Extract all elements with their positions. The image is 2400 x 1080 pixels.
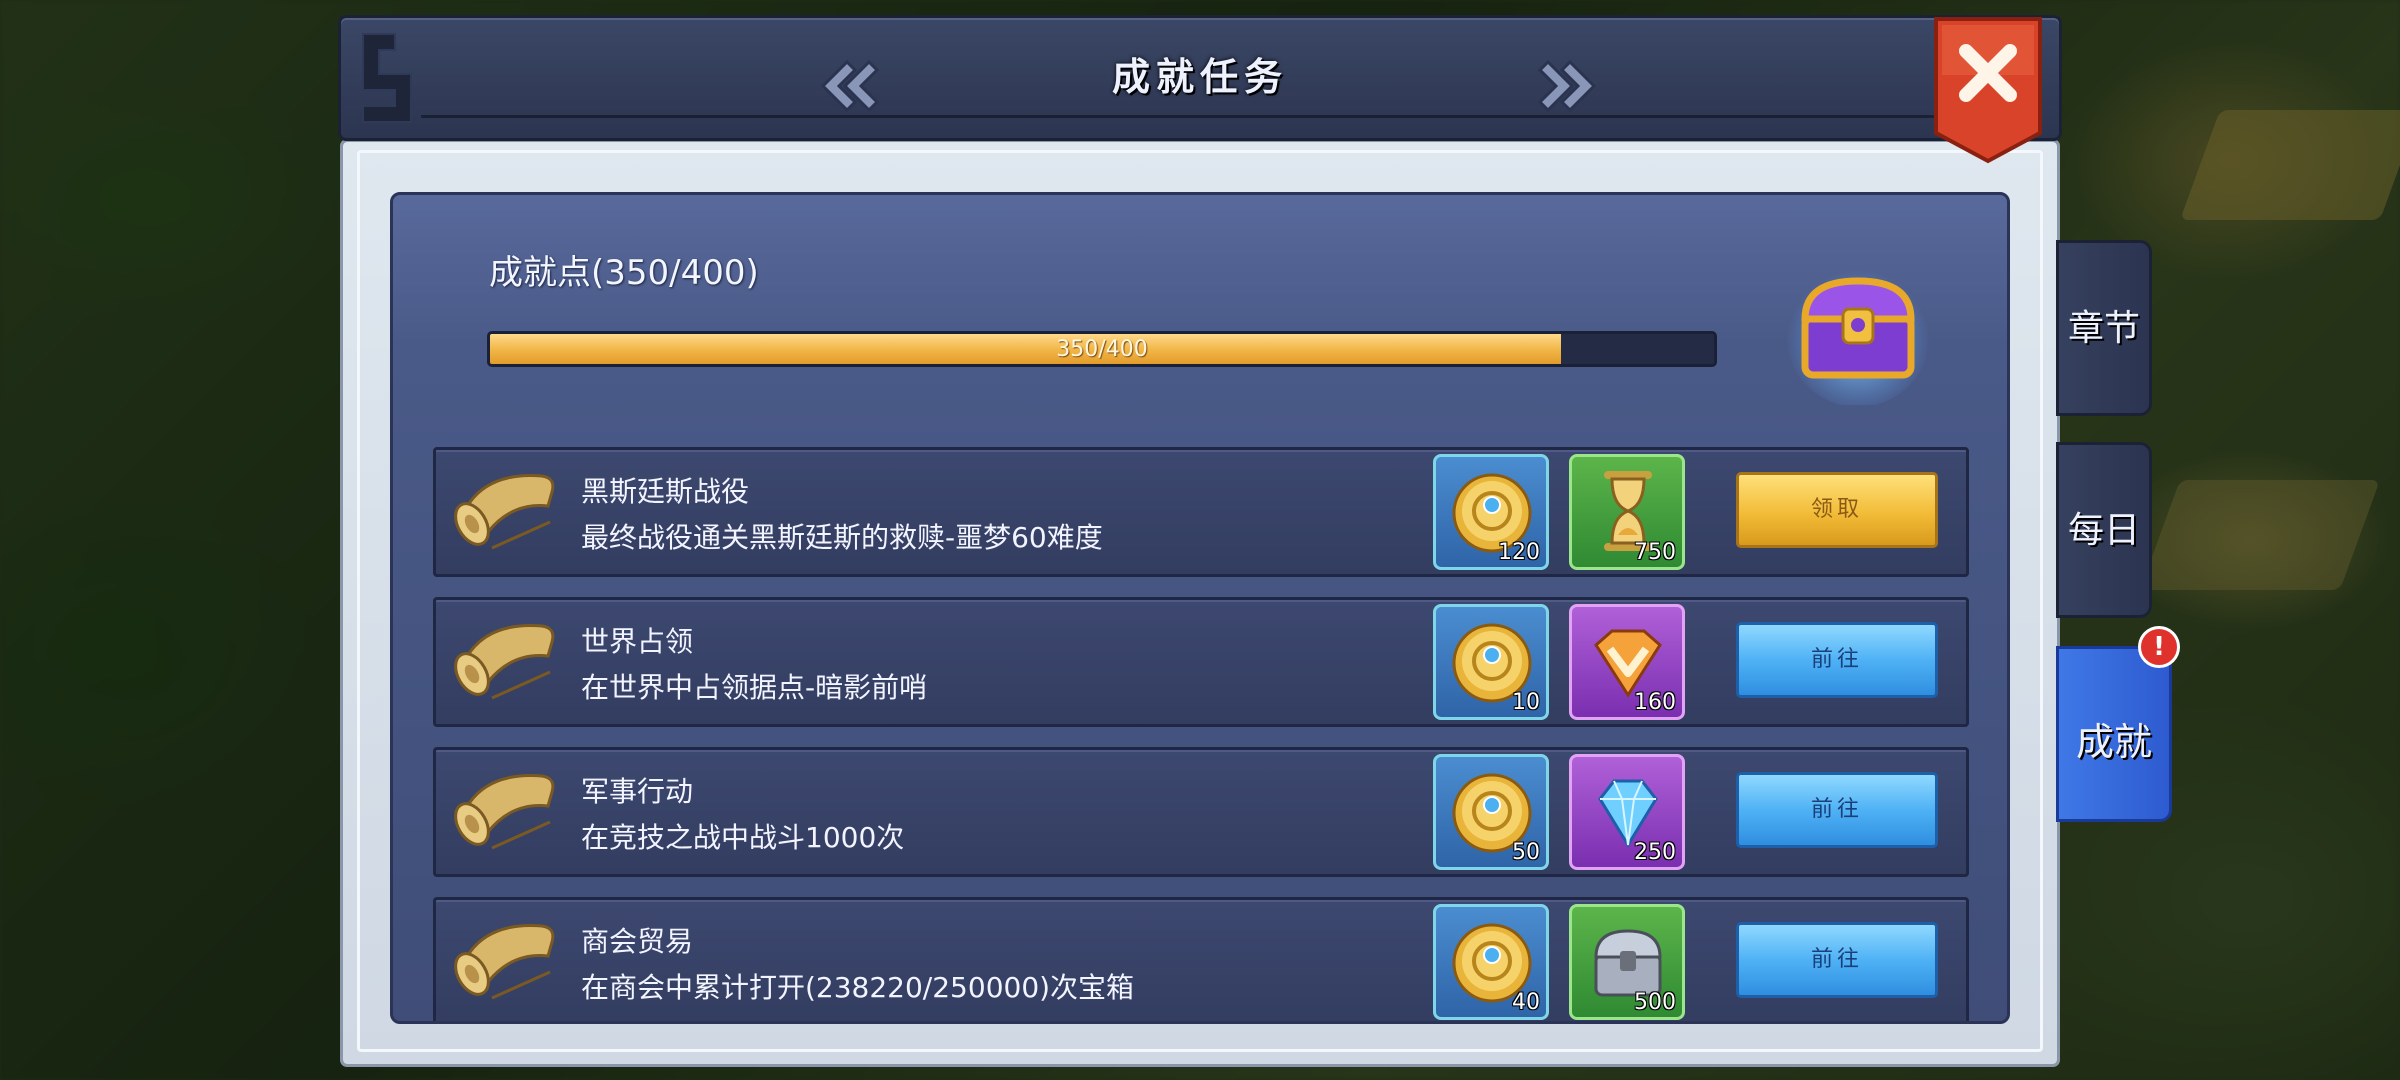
reward-item[interactable]: 160 bbox=[1569, 604, 1685, 720]
tab-chapter-label: 章节 bbox=[2067, 308, 2140, 349]
reward-item[interactable]: 500 bbox=[1569, 904, 1685, 1020]
tab-chapter[interactable]: 章节 bbox=[2056, 240, 2152, 416]
tab-daily-label: 每日 bbox=[2067, 510, 2140, 551]
task-row: 商会贸易 在商会中累计打开(238220/250000)次宝箱 40 500 前… bbox=[433, 897, 1969, 1021]
progress-text: 350/400 bbox=[1056, 337, 1148, 362]
page-title: 成就任务 bbox=[1111, 54, 1288, 99]
reward-coin[interactable]: 10 bbox=[1433, 604, 1549, 720]
reward-coin[interactable]: 50 bbox=[1433, 754, 1549, 870]
reward-count: 120 bbox=[1498, 540, 1540, 565]
go-button[interactable]: 前往 bbox=[1736, 772, 1938, 848]
go-button[interactable]: 前往 bbox=[1736, 622, 1938, 698]
reward-count: 750 bbox=[1634, 540, 1676, 565]
reward-count: 160 bbox=[1634, 690, 1676, 715]
achievement-progress-bar: 350/400 bbox=[487, 331, 1717, 367]
claim-button[interactable]: 领取 bbox=[1736, 472, 1938, 548]
task-description: 在世界中占领据点-暗影前哨 bbox=[581, 671, 928, 704]
task-row: 世界占领 在世界中占领据点-暗影前哨 10 160 前往 bbox=[433, 597, 1969, 727]
reward-chest-icon[interactable] bbox=[1783, 255, 1933, 405]
next-page-arrow-icon[interactable] bbox=[1536, 58, 1606, 114]
panel-header: 成就任务 bbox=[338, 15, 2062, 141]
reward-count: 500 bbox=[1634, 990, 1676, 1015]
achievement-content: 成就点(350/400) 350/400 黑斯廷斯战役 最终战役通关黑斯廷斯的救… bbox=[390, 192, 2010, 1024]
reward-coin[interactable]: 120 bbox=[1433, 454, 1549, 570]
task-title: 军事行动 bbox=[581, 775, 694, 808]
reward-coin[interactable]: 40 bbox=[1433, 904, 1549, 1020]
achievement-points-label: 成就点(350/400) bbox=[489, 253, 759, 293]
reward-item[interactable]: 250 bbox=[1569, 754, 1685, 870]
reward-count: 50 bbox=[1512, 840, 1540, 865]
go-button[interactable]: 前往 bbox=[1736, 922, 1938, 998]
header-divider bbox=[421, 115, 1979, 118]
task-title: 黑斯廷斯战役 bbox=[581, 475, 750, 508]
task-row: 军事行动 在竞技之战中战斗1000次 50 250 前往 bbox=[433, 747, 1969, 877]
reward-count: 40 bbox=[1512, 990, 1540, 1015]
tab-achievement[interactable]: 成就 bbox=[2056, 646, 2172, 822]
task-description: 在竞技之战中战斗1000次 bbox=[581, 821, 905, 854]
task-title: 世界占领 bbox=[581, 625, 694, 658]
task-description: 在商会中累计打开(238220/250000)次宝箱 bbox=[581, 971, 1135, 1004]
notification-badge: ! bbox=[2138, 626, 2180, 668]
task-title: 商会贸易 bbox=[581, 925, 694, 958]
reward-count: 10 bbox=[1512, 690, 1540, 715]
scroll-icon bbox=[454, 924, 555, 1000]
reward-count: 250 bbox=[1634, 840, 1676, 865]
scroll-icon bbox=[454, 624, 555, 700]
scroll-icon bbox=[454, 474, 555, 550]
reward-item[interactable]: 750 bbox=[1569, 454, 1685, 570]
task-row: 黑斯廷斯战役 最终战役通关黑斯廷斯的救赎-噩梦60难度 120 750 领取 bbox=[433, 447, 1969, 577]
task-description: 最终战役通关黑斯廷斯的救赎-噩梦60难度 bbox=[581, 521, 1103, 554]
scroll-icon bbox=[454, 774, 555, 850]
close-button[interactable] bbox=[1930, 15, 2046, 165]
tab-daily[interactable]: 每日 bbox=[2056, 442, 2152, 618]
